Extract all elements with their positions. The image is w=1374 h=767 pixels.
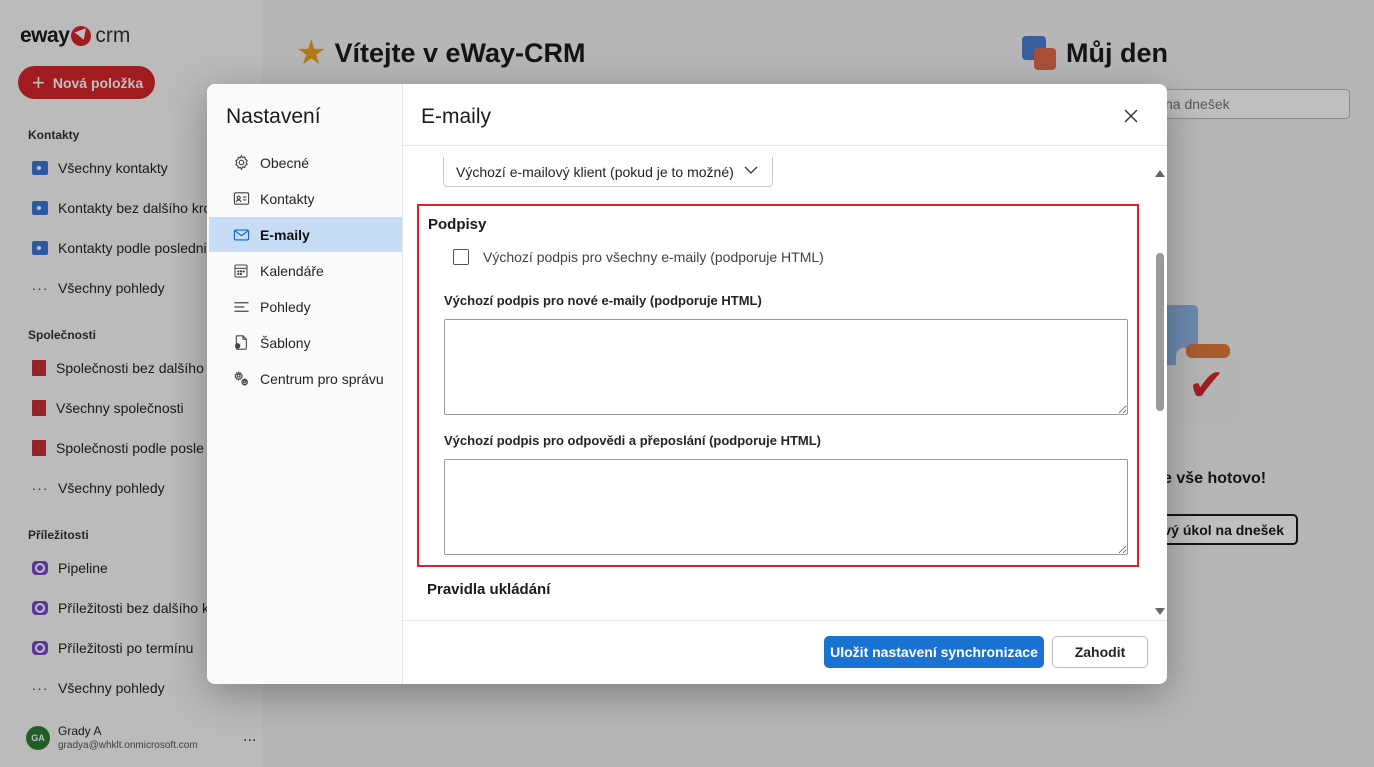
settings-nav-label: E-maily <box>260 226 310 243</box>
new-email-signature-label: Výchozí podpis pro nové e-maily (podporu… <box>444 293 762 308</box>
settings-nav-admin-center[interactable]: Centrum pro správu <box>209 361 402 396</box>
settings-nav-calendars[interactable]: Kalendáře <box>209 253 402 288</box>
dialog-footer: Uložit nastavení synchronizace Zahodit <box>403 620 1167 684</box>
close-button[interactable] <box>1119 104 1143 128</box>
save-rules-title-visible: Pravidla ukládání <box>427 581 551 598</box>
default-signature-checkbox-row[interactable]: Výchozí podpis pro všechny e-maily (podp… <box>453 249 824 265</box>
dialog-header: E-maily <box>403 84 1167 146</box>
reply-signature-label: Výchozí podpis pro odpovědi a přeposlání… <box>444 433 821 448</box>
settings-nav-templates[interactable]: Šablony <box>209 325 402 360</box>
settings-nav-contacts[interactable]: Kontakty <box>209 181 402 216</box>
admin-gear-icon <box>232 370 250 388</box>
reply-signature-textarea[interactable] <box>444 459 1128 555</box>
settings-nav-emails[interactable]: E-maily <box>209 217 402 252</box>
email-client-select[interactable]: Výchozí e-mailový klient (pokud je to mo… <box>443 157 773 187</box>
settings-nav-label: Pohledy <box>260 298 311 315</box>
settings-nav-views[interactable]: Pohledy <box>209 289 402 324</box>
settings-nav-label: Šablony <box>260 334 311 351</box>
settings-nav-label: Kalendáře <box>260 262 324 279</box>
new-email-signature-textarea[interactable] <box>444 319 1128 415</box>
gear-icon <box>232 154 250 172</box>
calendar-icon <box>232 262 250 280</box>
scroll-up-icon[interactable] <box>1155 170 1165 177</box>
settings-nav-title: Nastavení <box>226 105 321 128</box>
settings-nav-label: Kontakty <box>260 190 315 207</box>
mail-icon <box>232 226 250 244</box>
contact-card-icon <box>232 190 250 208</box>
settings-nav-label: Centrum pro správu <box>260 370 384 387</box>
settings-dialog: Nastavení Obecné Kontakty E-maily Kalend… <box>207 84 1167 684</box>
settings-nav-label: Obecné <box>260 154 310 171</box>
email-client-select-value: Výchozí e-mailový klient (pokud je to mo… <box>456 163 734 180</box>
save-sync-settings-button[interactable]: Uložit nastavení synchronizace <box>824 636 1044 668</box>
views-icon <box>232 298 250 316</box>
scroll-thumb[interactable] <box>1156 253 1164 411</box>
dialog-scrollbar[interactable] <box>1153 146 1167 620</box>
default-signature-checkbox-label: Výchozí podpis pro všechny e-maily (podp… <box>483 249 824 265</box>
dialog-body: Výchozí e-mailový klient (pokud je to mo… <box>403 146 1167 620</box>
signatures-title: Podpisy <box>428 216 487 233</box>
settings-nav-general[interactable]: Obecné <box>209 145 402 180</box>
settings-nav: Nastavení Obecné Kontakty E-maily Kalend… <box>207 84 403 684</box>
chevron-down-icon <box>744 166 758 174</box>
dialog-title: E-maily <box>421 105 492 128</box>
signatures-section: Podpisy Výchozí podpis pro všechny e-mai… <box>417 204 1139 567</box>
scroll-down-icon[interactable] <box>1155 608 1165 615</box>
discard-button[interactable]: Zahodit <box>1052 636 1148 668</box>
template-icon <box>232 334 250 352</box>
close-icon <box>1124 109 1138 123</box>
default-signature-checkbox[interactable] <box>453 249 469 265</box>
